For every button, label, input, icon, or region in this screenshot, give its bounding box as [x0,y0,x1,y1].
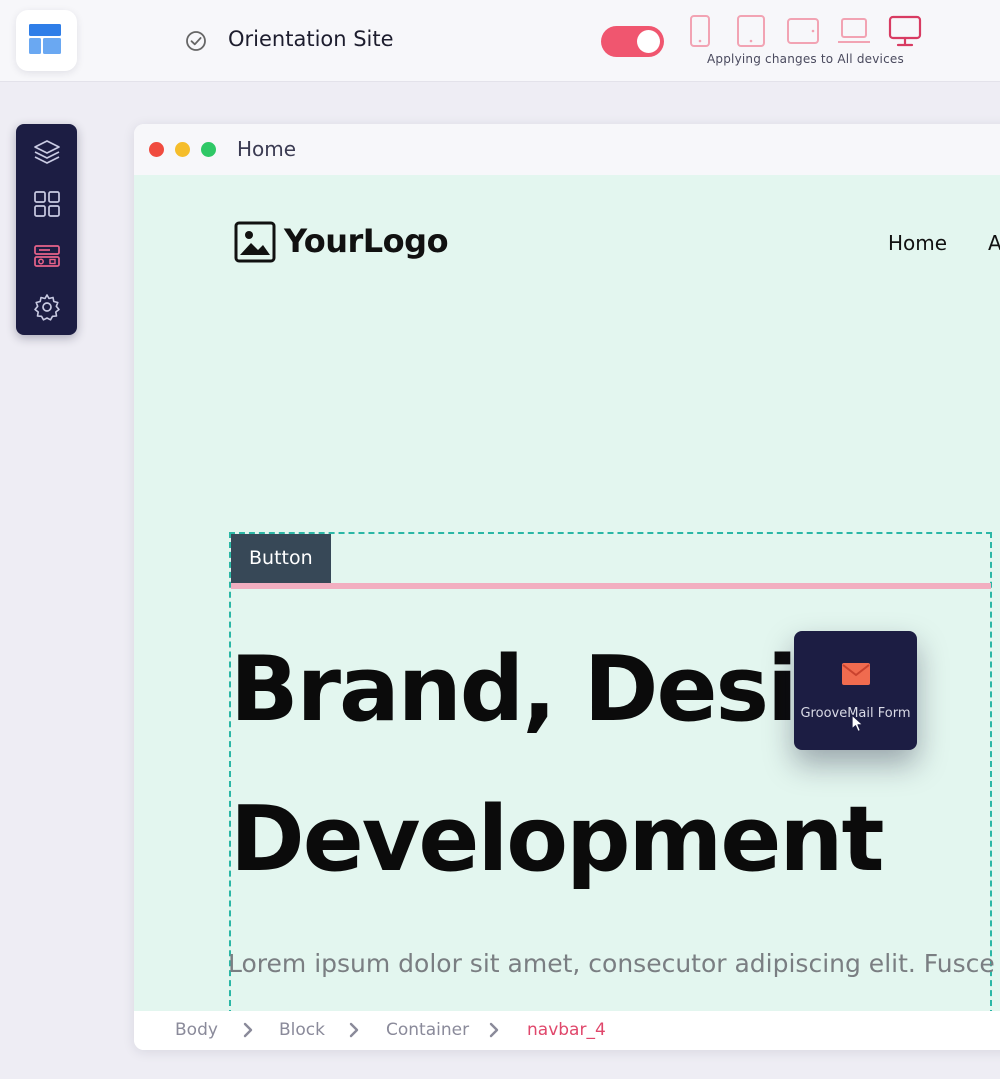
preview-window: Home YourLogo Home A Button Brand, Desig… [134,124,1000,1050]
breadcrumb: Body Block Container navbar_4 [134,1011,1000,1050]
minimize-dot[interactable] [175,142,190,157]
breadcrumb-item-block[interactable]: Block [279,1020,325,1040]
nav-link-home[interactable]: Home [888,231,947,255]
mobile-device-icon[interactable] [689,14,711,48]
element-button-label: Button [249,547,313,569]
hero-paragraph[interactable]: Lorem ipsum dolor sit amet, consecutor a… [228,949,995,978]
settings-icon[interactable] [32,292,62,322]
chevron-right-icon [349,1022,359,1038]
app-logo-button[interactable] [16,10,77,71]
top-bar: Orientation Site Applying changes to All… [0,0,1000,82]
laptop-device-icon[interactable] [837,14,871,48]
nav-link-next[interactable]: A [988,231,1000,255]
breadcrumb-item-current[interactable]: navbar_4 [527,1020,606,1040]
chevron-right-icon [489,1022,499,1038]
site-logo-text[interactable]: YourLogo [284,222,449,260]
element-button[interactable]: Button [231,534,331,583]
chevron-right-icon [243,1022,253,1038]
tablet-device-icon[interactable] [736,14,766,48]
components-icon[interactable] [32,241,62,271]
layers-icon[interactable] [32,137,62,167]
page-tab-title[interactable]: Home [237,137,296,161]
site-title[interactable]: Orientation Site [228,27,394,51]
tablet-landscape-icon[interactable] [786,14,820,48]
headline-line2: Development [230,787,884,892]
mouse-pointer-icon [851,714,864,733]
desktop-device-icon[interactable] [888,14,922,48]
maximize-dot[interactable] [201,142,216,157]
page-canvas[interactable]: YourLogo Home A Button Brand, Desig& Dev… [134,175,1000,1011]
tool-palette [16,124,77,335]
image-placeholder-icon [234,221,276,263]
close-dot[interactable] [149,142,164,157]
window-chrome: Home [134,124,1000,175]
mail-icon [842,663,870,685]
toggle-knob [637,30,660,53]
check-circle-icon [186,31,206,51]
devices-caption: Applying changes to All devices [707,52,904,66]
breadcrumb-item-container[interactable]: Container [386,1020,469,1040]
headline-line1: Brand, Desig [230,637,860,742]
drop-indicator [231,583,991,589]
publish-toggle[interactable] [601,26,664,57]
layout-icon [29,24,61,54]
grid-icon[interactable] [32,189,62,219]
breadcrumb-item-body[interactable]: Body [175,1020,218,1040]
